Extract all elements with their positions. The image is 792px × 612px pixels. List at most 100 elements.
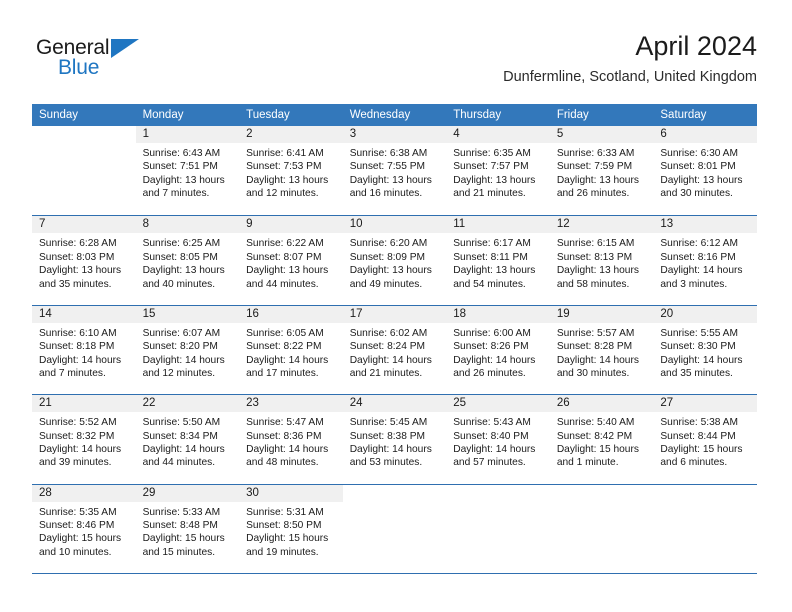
daylight-text: Daylight: 13 hours and 30 minutes.	[660, 174, 743, 200]
day-details: Sunrise: 5:52 AM Sunset: 8:32 PM Daylight:…	[32, 412, 136, 470]
day-cell-17[interactable]: 17 Sunrise: 6:02 AM Sunset: 8:24 PM Dayligh…	[342, 305, 447, 395]
daylight-text: Daylight: 13 hours and 12 minutes.	[246, 174, 329, 200]
day-details: Sunrise: 6:00 AM Sunset: 8:26 PM Daylight:…	[446, 323, 550, 381]
weekday-header-tuesday: Tuesday	[246, 109, 290, 121]
day-details: Sunrise: 6:35 AM Sunset: 7:57 PM Daylight:…	[446, 143, 550, 201]
day-cell-14[interactable]: 14 Sunrise: 6:10 AM Sunset: 8:18 PM Dayligh…	[32, 305, 136, 395]
day-number: 26	[549, 395, 654, 413]
sunset-text: Sunset: 8:34 PM	[142, 430, 218, 442]
weekday-header-wednesday: Wednesday	[349, 109, 411, 121]
day-cell-23[interactable]: 23 Sunrise: 5:47 AM Sunset: 8:36 PM Dayligh…	[239, 395, 343, 484]
daylight-text: Daylight: 14 hours and 48 minutes.	[246, 443, 329, 469]
sunset-text: Sunset: 8:46 PM	[39, 519, 115, 531]
sunrise-text: Sunrise: 6:33 AM	[556, 148, 635, 159]
day-details: Sunrise: 6:33 AM Sunset: 7:59 PM Daylight:…	[550, 143, 654, 201]
sunrise-text: Sunrise: 5:38 AM	[660, 417, 738, 429]
day-number: 1	[135, 126, 240, 143]
daylight-text: Daylight: 13 hours and 26 minutes.	[556, 174, 639, 200]
sunset-text: Sunset: 8:26 PM	[453, 341, 529, 353]
day-cell-27[interactable]: 27 Sunrise: 5:38 AM Sunset: 8:44 PM Dayligh…	[653, 395, 757, 484]
day-cell-empty	[446, 484, 550, 573]
day-number: 20	[653, 305, 757, 323]
day-number	[653, 485, 757, 502]
day-cell-4[interactable]: 4 Sunrise: 6:35 AM Sunset: 7:57 PM Daylight…	[446, 126, 550, 216]
daylight-text: Daylight: 14 hours and 30 minutes.	[556, 354, 639, 379]
day-cell-10[interactable]: 10 Sunrise: 6:20 AM Sunset: 8:09 PM Dayligh…	[342, 216, 447, 305]
day-cell-8[interactable]: 8 Sunrise: 6:25 AM Sunset: 8:05 PM Daylight…	[135, 216, 240, 305]
day-cell-19[interactable]: 19 Sunrise: 5:57 AM Sunset: 8:28 PM Dayligh…	[549, 305, 654, 395]
daylight-text: Daylight: 14 hours and 26 minutes.	[453, 354, 536, 379]
weekday-header-row: Sunday Monday Tuesday Wednesday Thursday Frid…	[32, 104, 757, 126]
day-number: 25	[446, 395, 550, 413]
sunrise-text: Sunrise: 5:31 AM	[246, 506, 324, 518]
day-cell-5[interactable]: 5 Sunrise: 6:33 AM Sunset: 7:59 PM Daylight…	[549, 126, 654, 216]
day-number: 7	[32, 216, 136, 234]
calendar-page: General Blue April 2024 Dunfermline, Sco…	[0, 0, 792, 612]
calendar-week-row: 28 Sunrise: 5:35 AM Sunset: 8:46 PM Dayligh…	[32, 483, 757, 573]
logo-text-blue: Blue	[58, 56, 100, 79]
daylight-text: Daylight: 13 hours and 54 minutes.	[453, 265, 536, 290]
page-subtitle: Dunfermline, Scotland, United Kingdom	[503, 69, 757, 85]
day-cell-30[interactable]: 30 Sunrise: 5:31 AM Sunset: 8:50 PM Dayligh…	[239, 484, 343, 573]
day-number: 22	[135, 395, 240, 413]
day-details: Sunrise: 5:43 AM Sunset: 8:40 PM Daylight:…	[446, 412, 550, 470]
sunset-text: Sunset: 7:55 PM	[349, 161, 426, 173]
sunrise-text: Sunrise: 6:38 AM	[349, 148, 428, 159]
sunrise-text: Sunrise: 5:57 AM	[556, 327, 635, 339]
sunrise-text: Sunrise: 5:52 AM	[39, 417, 117, 429]
day-number: 24	[342, 395, 447, 413]
sunrise-text: Sunrise: 6:00 AM	[453, 327, 531, 339]
day-cell-15[interactable]: 15 Sunrise: 6:07 AM Sunset: 8:20 PM Dayligh…	[135, 305, 240, 395]
sunrise-text: Sunrise: 5:35 AM	[39, 506, 117, 518]
daylight-text: Daylight: 14 hours and 21 minutes.	[349, 354, 432, 379]
day-cell-28[interactable]: 28 Sunrise: 5:35 AM Sunset: 8:46 PM Dayligh…	[32, 484, 136, 573]
sunset-text: Sunset: 8:28 PM	[556, 341, 633, 353]
day-cell-16[interactable]: 16 Sunrise: 6:05 AM Sunset: 8:22 PM Dayligh…	[239, 305, 343, 395]
daylight-text: Daylight: 13 hours and 21 minutes.	[453, 174, 536, 200]
day-cell-11[interactable]: 11 Sunrise: 6:17 AM Sunset: 8:11 PM Dayligh…	[446, 216, 550, 305]
day-cell-12[interactable]: 12 Sunrise: 6:15 AM Sunset: 8:13 PM Dayligh…	[549, 216, 654, 305]
day-details: Sunrise: 6:43 AM Sunset: 7:51 PM Daylight:…	[136, 143, 240, 201]
day-details: Sunrise: 6:20 AM Sunset: 8:09 PM Daylight:…	[343, 233, 447, 291]
day-cell-9[interactable]: 9 Sunrise: 6:22 AM Sunset: 8:07 PM Daylight…	[239, 216, 343, 305]
day-cell-13[interactable]: 13 Sunrise: 6:12 AM Sunset: 8:16 PM Dayligh…	[653, 216, 757, 305]
day-cell-6[interactable]: 6 Sunrise: 6:30 AM Sunset: 8:01 PM Daylight…	[653, 126, 757, 216]
day-details: Sunrise: 5:38 AM Sunset: 8:44 PM Daylight:…	[653, 412, 757, 470]
sunrise-text: Sunrise: 5:55 AM	[660, 327, 738, 339]
daylight-text: Daylight: 13 hours and 58 minutes.	[556, 265, 639, 290]
sunrise-text: Sunrise: 5:45 AM	[349, 417, 428, 429]
day-cell-21[interactable]: 21 Sunrise: 5:52 AM Sunset: 8:32 PM Dayligh…	[32, 395, 136, 484]
day-cell-2[interactable]: 2 Sunrise: 6:41 AM Sunset: 7:53 PM Daylight…	[239, 126, 343, 216]
day-details: Sunrise: 6:15 AM Sunset: 8:13 PM Daylight:…	[550, 233, 654, 291]
sunrise-text: Sunrise: 6:28 AM	[39, 238, 117, 250]
calendar-grid: Sunday Monday Tuesday Wednesday Thursday Frid…	[32, 104, 757, 574]
sunrise-text: Sunrise: 5:43 AM	[453, 417, 531, 429]
day-cell-18[interactable]: 18 Sunrise: 6:00 AM Sunset: 8:26 PM Dayligh…	[446, 305, 550, 395]
day-cell-3[interactable]: 3 Sunrise: 6:38 AM Sunset: 7:55 PM Daylight…	[342, 126, 447, 216]
sunset-text: Sunset: 7:59 PM	[556, 161, 633, 173]
sunset-text: Sunset: 8:13 PM	[556, 251, 633, 263]
day-details: Sunrise: 5:45 AM Sunset: 8:38 PM Daylight:…	[343, 412, 447, 470]
day-details: Sunrise: 5:47 AM Sunset: 8:36 PM Daylight:…	[239, 412, 343, 470]
day-cell-25[interactable]: 25 Sunrise: 5:43 AM Sunset: 8:40 PM Dayligh…	[446, 395, 550, 484]
daylight-text: Daylight: 13 hours and 44 minutes.	[246, 265, 329, 290]
daylight-text: Daylight: 14 hours and 53 minutes.	[349, 443, 432, 469]
sunset-text: Sunset: 8:01 PM	[660, 161, 736, 173]
day-number: 3	[342, 126, 447, 143]
day-details: Sunrise: 6:02 AM Sunset: 8:24 PM Daylight:…	[343, 323, 447, 381]
day-cell-1[interactable]: 1 Sunrise: 6:43 AM Sunset: 7:51 PM Daylight…	[135, 126, 240, 216]
day-cell-24[interactable]: 24 Sunrise: 5:45 AM Sunset: 8:38 PM Dayligh…	[342, 395, 447, 484]
daylight-text: Daylight: 14 hours and 44 minutes.	[142, 443, 225, 469]
daylight-text: Daylight: 15 hours and 1 minute.	[556, 443, 639, 469]
sunset-text: Sunset: 8:24 PM	[349, 341, 426, 353]
weekday-header-sunday: Sunday	[39, 109, 79, 121]
daylight-text: Daylight: 13 hours and 16 minutes.	[349, 174, 432, 200]
sunrise-text: Sunrise: 5:50 AM	[142, 417, 221, 429]
day-cell-29[interactable]: 29 Sunrise: 5:33 AM Sunset: 8:48 PM Dayligh…	[135, 484, 240, 573]
day-cell-20[interactable]: 20 Sunrise: 5:55 AM Sunset: 8:30 PM Dayligh…	[653, 305, 757, 395]
day-cell-26[interactable]: 26 Sunrise: 5:40 AM Sunset: 8:42 PM Dayligh…	[549, 395, 654, 484]
daylight-text: Daylight: 14 hours and 3 minutes.	[660, 265, 743, 290]
day-cell-22[interactable]: 22 Sunrise: 5:50 AM Sunset: 8:34 PM Dayligh…	[135, 395, 240, 484]
sunrise-text: Sunrise: 6:30 AM	[660, 148, 738, 159]
day-cell-7[interactable]: 7 Sunrise: 6:28 AM Sunset: 8:03 PM Daylight…	[32, 216, 136, 305]
